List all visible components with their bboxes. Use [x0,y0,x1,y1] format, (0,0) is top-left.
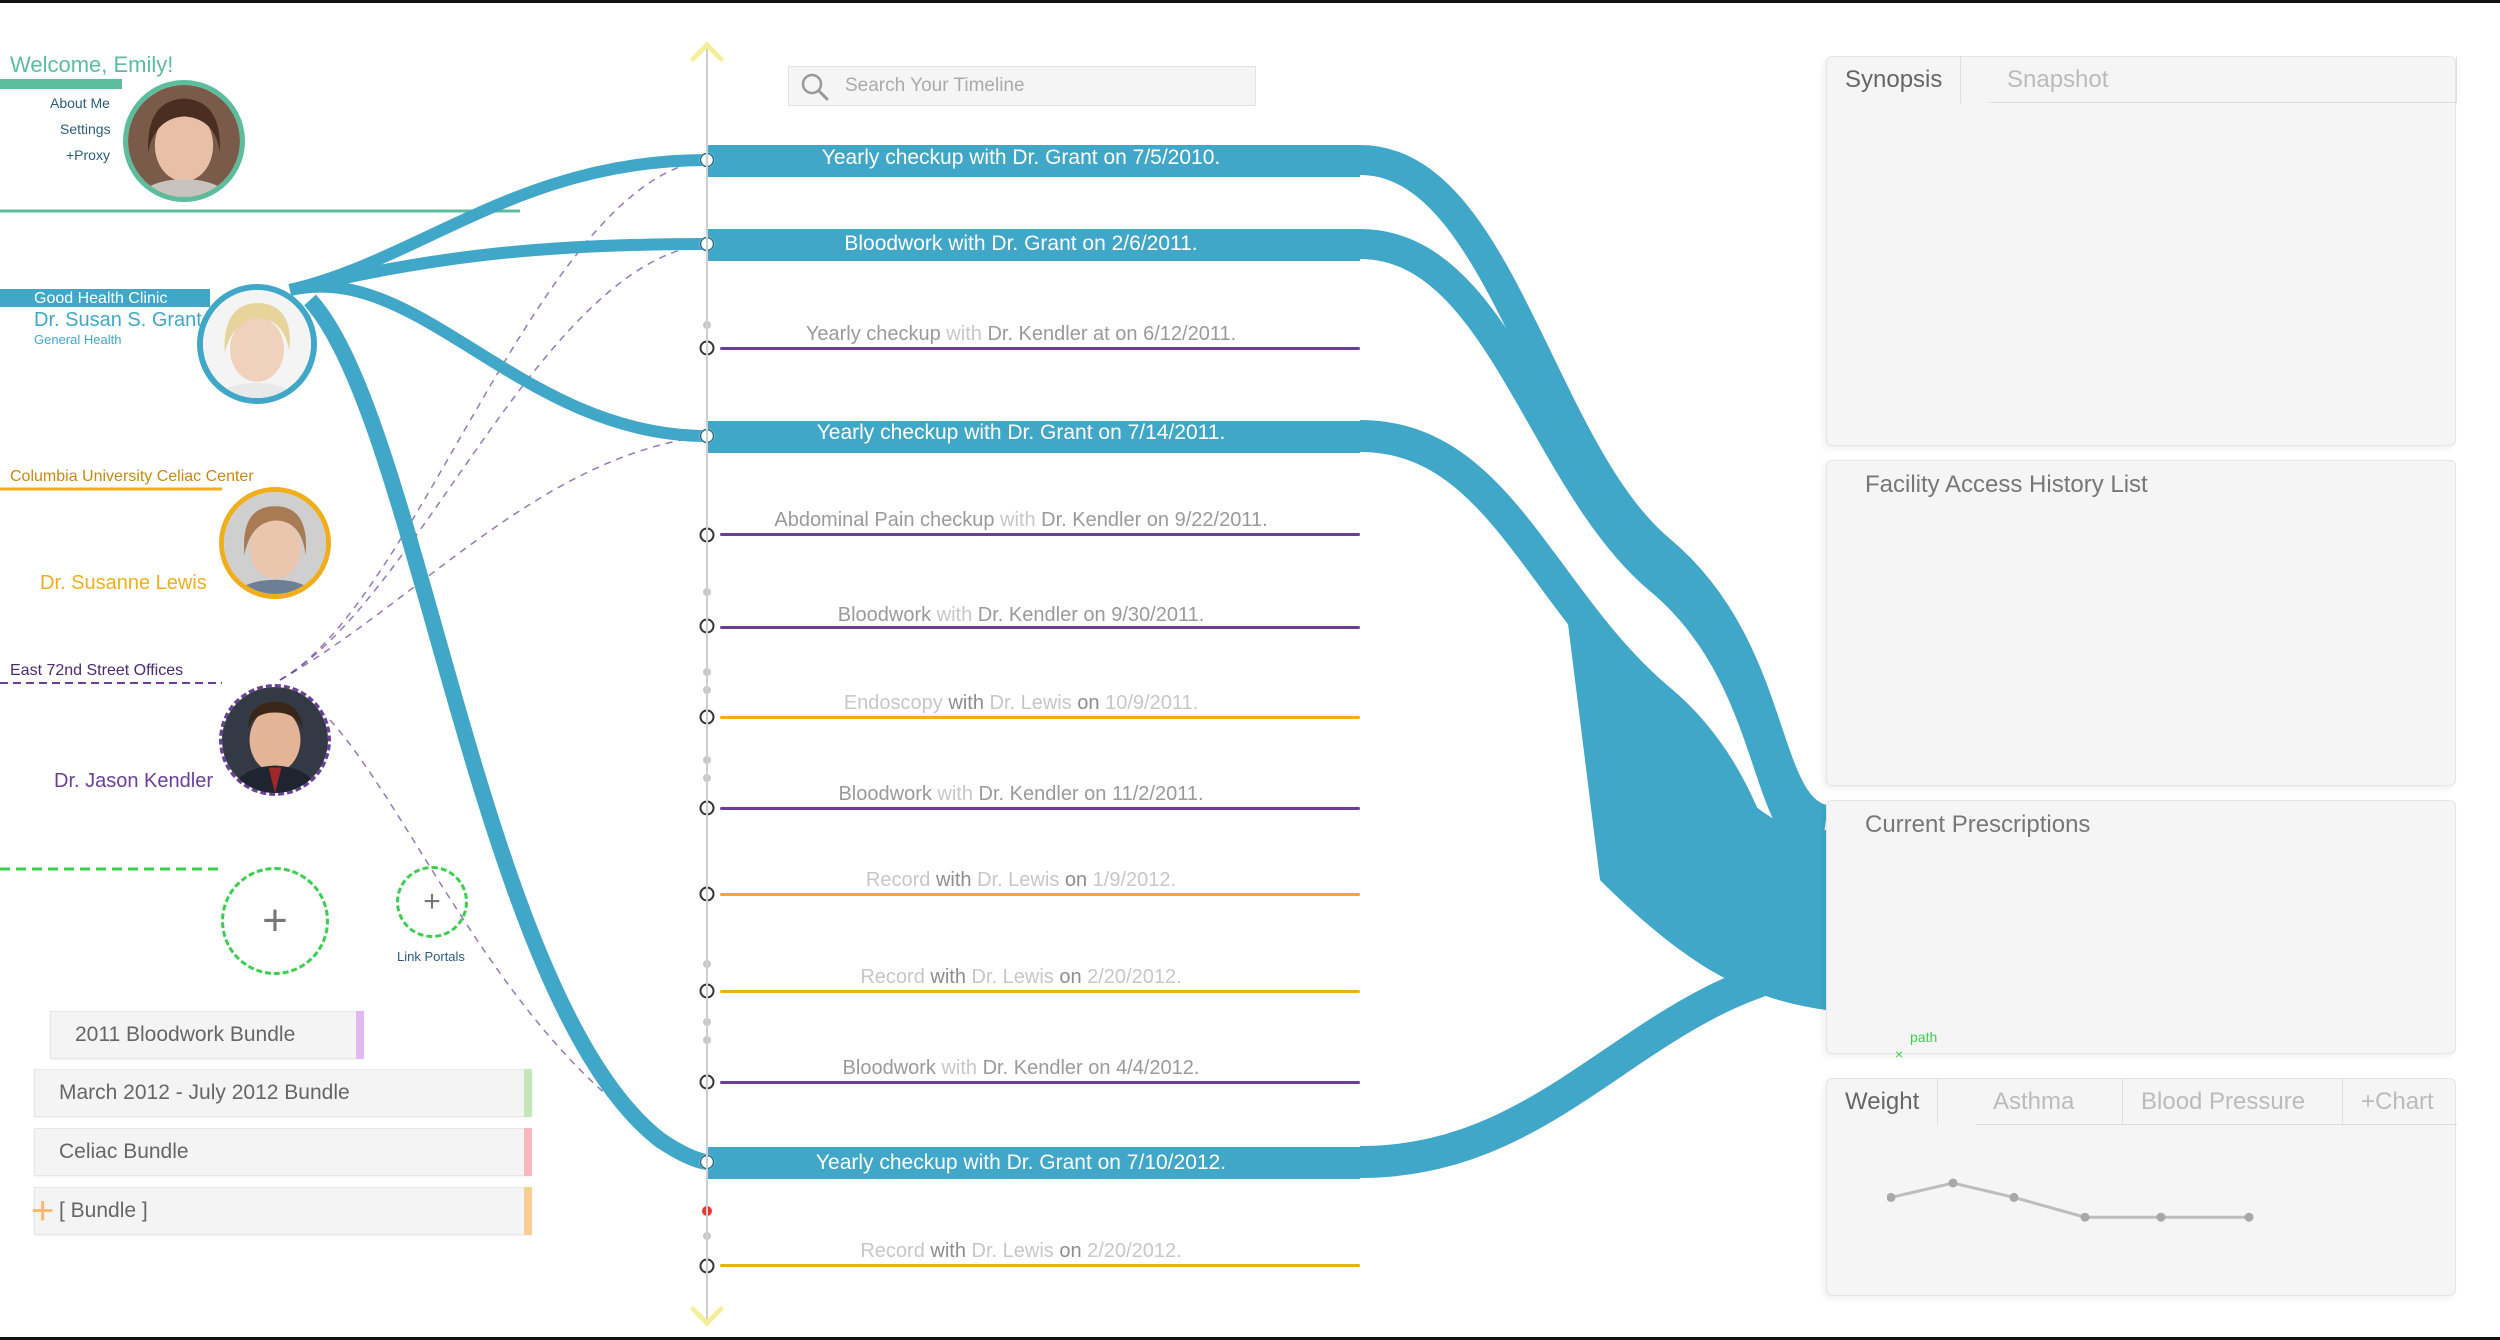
add-bundle-icon: + [31,1189,55,1233]
path-label: path [1910,1029,1938,1045]
event-7[interactable]: Bloodwork with Dr. Kendler on 11/2/2011. [838,783,1203,806]
doctor-kendler-avatar[interactable] [219,684,331,796]
about-me-link[interactable]: About Me [50,95,110,111]
event-0[interactable]: Yearly checkup with Dr. Grant on 7/5/201… [822,146,1220,170]
bundle-label: Celiac Bundle [59,1140,189,1163]
link-portals-label: Link Portals [397,949,465,964]
tab-synopsis[interactable]: Synopsis [1827,57,1962,103]
doctor-kendler-name[interactable]: Dr. Jason Kendler [54,770,213,793]
doctor-grant-avatar[interactable] [197,284,317,404]
search-icon [801,73,829,101]
clinic-good-health[interactable]: Good Health Clinic [34,290,167,308]
bundle-color-tag [524,1069,532,1117]
bundle-color-tag [524,1128,532,1176]
tab-add-chart[interactable]: +Chart [2343,1079,2457,1125]
facility-access-title: Facility Access History List [1865,471,2148,498]
plus-icon: + [423,885,441,918]
plus-icon: + [262,896,288,945]
health-chart-panel: Weight Asthma Blood Pressure +Chart [1826,1078,2457,1296]
kendler-link-1 [279,243,708,681]
weight-point-4 [2156,1212,2166,1222]
event-10-line [720,1081,1360,1084]
tab-weight[interactable]: Weight [1827,1079,1939,1125]
bundle-new[interactable]: + [ Bundle ] [31,1187,532,1235]
scroll-down-chevron-icon[interactable] [690,1306,724,1328]
bundle-color-tag [524,1187,532,1235]
prescriptions-panel: Current Prescriptions [1826,800,2456,1054]
event-10[interactable]: Bloodwork with Dr. Kendler on 4/4/2012. [843,1057,1200,1080]
add-provider-button[interactable]: + [221,867,329,975]
event-12[interactable]: Record with Dr. Lewis on 2/20/2012. [860,1240,1181,1263]
proxy-link[interactable]: +Proxy [66,147,110,163]
kendler-link-2 [279,435,708,681]
timeline-axis [706,44,708,1322]
event-4[interactable]: Abdominal Pain checkup with Dr. Kendler … [774,509,1267,532]
bundle-label: [ Bundle ] [59,1199,148,1222]
weight-sparkline [1887,1178,2254,1222]
event-6-line [720,716,1360,719]
event-1[interactable]: Bloodwork with Dr. Grant on 2/6/2011. [844,232,1197,256]
clinic-east-72nd[interactable]: East 72nd Street Offices [10,662,183,680]
event-8-line [720,893,1360,896]
event-9[interactable]: Record with Dr. Lewis on 2/20/2012. [860,966,1181,989]
link-portal-button[interactable]: + [396,866,468,938]
event-11[interactable]: Yearly checkup with Dr. Grant on 7/10/20… [816,1151,1226,1175]
bundle-label: March 2012 - July 2012 Bundle [59,1081,350,1104]
weight-point-3 [2080,1212,2090,1222]
kendler-link-0 [279,159,708,681]
timeline-search [788,66,1256,106]
bundle-march-july-2012[interactable]: March 2012 - July 2012 Bundle [34,1069,532,1117]
event-9-line [720,990,1360,993]
doctor-grant-specialty: General Health [34,332,122,347]
event-12-line [720,1264,1360,1267]
settings-link[interactable]: Settings [60,121,111,137]
doctor-lewis-name[interactable]: Dr. Susanne Lewis [40,572,207,595]
bundle-celiac[interactable]: Celiac Bundle [34,1128,532,1176]
event-3[interactable]: Yearly checkup with Dr. Grant on 7/14/20… [817,421,1226,445]
bundle-label: 2011 Bloodwork Bundle [75,1023,296,1046]
facility-access-panel: Facility Access History List [1826,460,2456,786]
event-6[interactable]: Endoscopy with Dr. Lewis on 10/9/2011. [844,692,1198,715]
event-4-line [720,533,1360,536]
event-7-line [720,807,1360,810]
tab-blood-pressure[interactable]: Blood Pressure [2123,1079,2343,1125]
event-8[interactable]: Record with Dr. Lewis on 1/9/2012. [866,869,1176,892]
bundle-2011-bloodwork[interactable]: 2011 Bloodwork Bundle [50,1011,364,1059]
path-marker-icon: × [1895,1046,1904,1062]
weight-point-2 [2009,1192,2019,1202]
event-5-line [720,626,1360,629]
tab-snapshot[interactable]: Snapshot [1989,57,2457,103]
tab-asthma[interactable]: Asthma [1975,1079,2123,1125]
clinic-columbia-celiac[interactable]: Columbia University Celiac Center [10,468,254,486]
weight-point-5 [2244,1212,2254,1222]
synopsis-panel: Synopsis Snapshot [1826,56,2457,446]
prescriptions-title: Current Prescriptions [1865,811,2091,838]
event-2-line [720,347,1360,350]
weight-point-0 [1887,1192,1896,1202]
doctor-grant-name[interactable]: Dr. Susan S. Grant [34,309,202,332]
weight-point-1 [1948,1178,1958,1188]
scroll-up-chevron-icon[interactable] [690,40,724,62]
weight-trend-line [1890,1181,2249,1219]
prescription-flow-3 [1359,949,1829,1178]
welcome-message: Welcome, Emily! [10,52,174,77]
event-2[interactable]: Yearly checkup with Dr. Kendler at on 6/… [806,323,1236,346]
bundle-color-tag [356,1011,364,1059]
search-input[interactable] [845,67,1245,105]
user-avatar[interactable] [123,80,245,202]
event-5[interactable]: Bloodwork with Dr. Kendler on 9/30/2011. [838,604,1205,627]
doctor-lewis-avatar[interactable] [219,487,331,599]
